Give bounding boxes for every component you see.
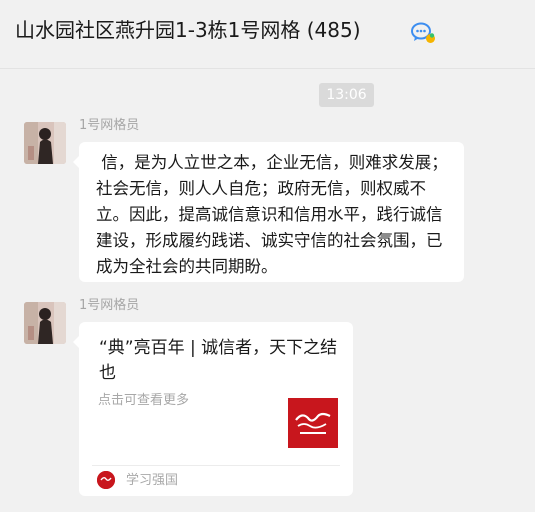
chat-header: 山水园社区燕升园1-3栋1号网格 (485) [0, 0, 535, 69]
avatar[interactable] [24, 122, 66, 164]
card-divider [92, 465, 340, 466]
sender-name: 1号网格员 [79, 298, 140, 313]
xuexi-qiangguo-small-logo-icon [97, 471, 115, 489]
link-card[interactable]: “典”亮百年 | 诚信者，天下之结也 点击可查看更多 学习强国 [73, 322, 353, 496]
message-timestamp: 13:06 [319, 83, 374, 107]
multi-chat-icon[interactable] [410, 19, 436, 45]
message-text: 信，是为人立世之本，企业无信，则难求发展；社会无信，则人人自危；政府无信，则权威… [96, 153, 448, 276]
card-description: 点击可查看更多 [98, 393, 190, 408]
xuexi-qiangguo-logo-icon [288, 398, 338, 448]
chat-title[interactable]: 山水园社区燕升园1-3栋1号网格 (485) [15, 15, 361, 45]
avatar-photo-icon [24, 122, 66, 164]
avatar-photo-icon [24, 302, 66, 344]
avatar[interactable] [24, 302, 66, 344]
sender-name: 1号网格员 [79, 118, 140, 133]
message-bubble[interactable]: 信，是为人立世之本，企业无信，则难求发展；社会无信，则人人自危；政府无信，则权威… [73, 142, 464, 282]
card-source: 学习强国 [126, 473, 179, 488]
card-title: “典”亮百年 | 诚信者，天下之结也 [99, 338, 338, 383]
